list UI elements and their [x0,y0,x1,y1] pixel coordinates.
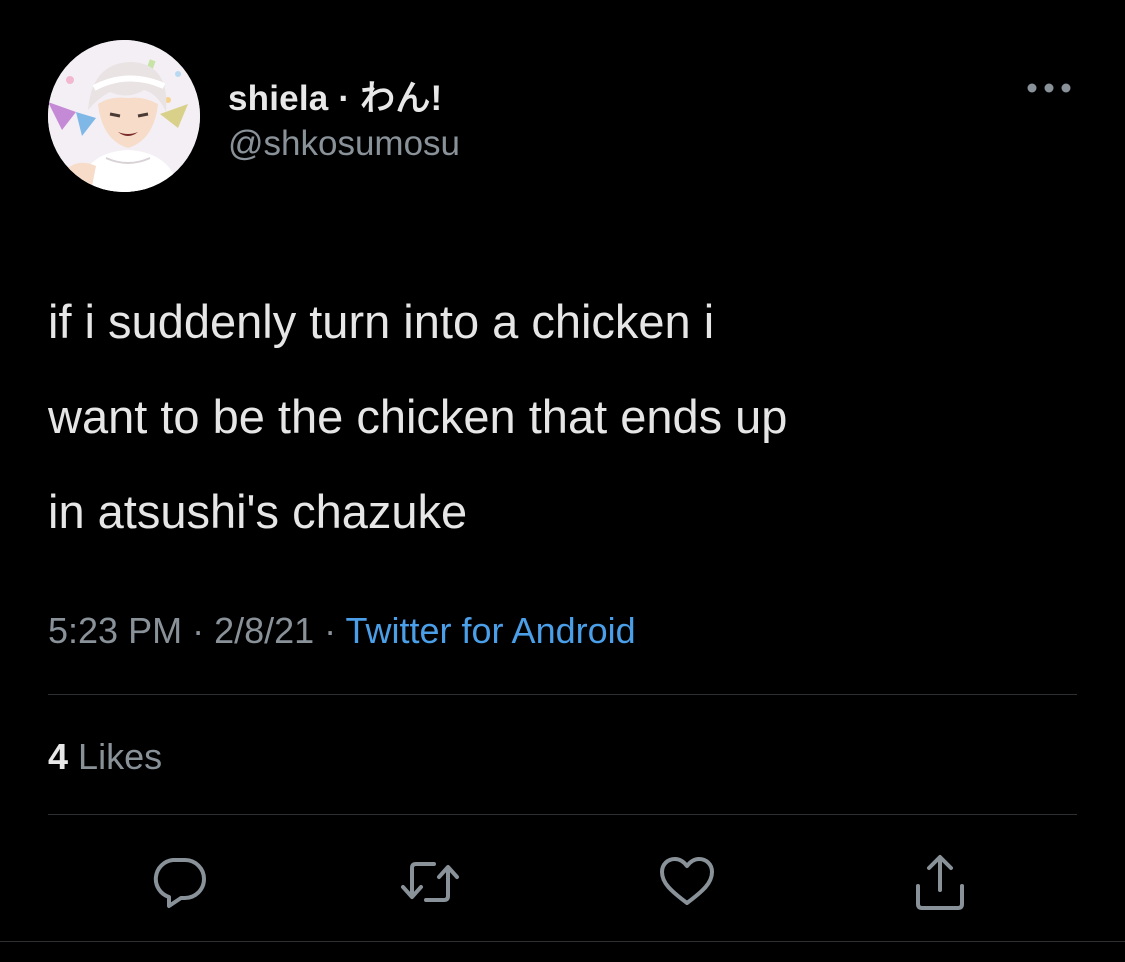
meta-separator: · [182,610,215,651]
divider [48,814,1077,815]
display-name[interactable]: shiela · わん! [228,70,442,121]
tweet-text: if i suddenly turn into a chicken i want… [48,295,788,538]
avatar-image [48,40,200,192]
likes-count: 4 [48,736,69,777]
avatar[interactable] [48,40,200,192]
divider [48,694,1077,695]
retweet-button[interactable] [398,850,462,914]
reply-icon [153,858,206,908]
tweet-date[interactable]: 2/8/21 [214,610,314,651]
meta-separator: · [314,610,346,651]
reply-button[interactable] [147,850,211,914]
heart-icon [660,857,714,905]
tweet-time: 5:23 PM [48,610,183,651]
likes-label: Likes [78,736,163,777]
more-options-button[interactable] [1024,70,1074,106]
like-button[interactable] [655,850,719,914]
tweet-meta: 5:23 PM · 2/8/21 · Twitter for Android [48,610,636,652]
share-button[interactable] [908,850,972,914]
user-handle[interactable]: @shkosumosu [228,124,460,164]
likes-stat[interactable]: 4 Likes [48,736,162,778]
tweet-detail: shiela · わん! @shkosumosu if i suddenly t… [0,0,1125,962]
tweet-source-link[interactable]: Twitter for Android [346,610,636,651]
divider [0,941,1125,942]
share-icon [916,855,964,910]
more-options-icon [1027,83,1071,93]
retweet-icon [401,862,459,902]
